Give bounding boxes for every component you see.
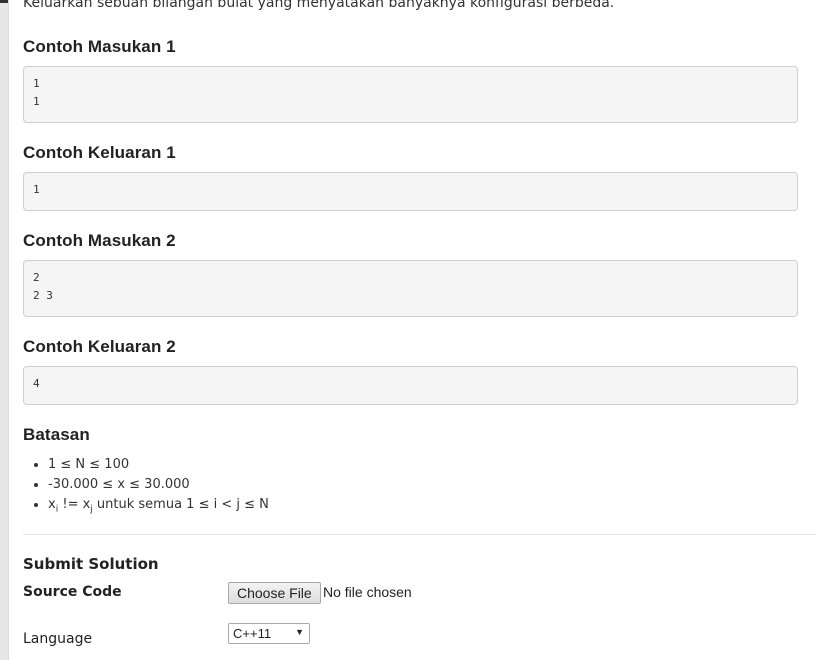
submit-solution-title: Submit Solution [23, 555, 159, 573]
sample-line: 1 [33, 183, 40, 196]
section-divider [23, 534, 816, 535]
sample-input-2-title: Contoh Masukan 2 [23, 231, 176, 250]
language-label: Language [23, 631, 93, 647]
constraints-title: Batasan [23, 425, 90, 444]
source-code-label: Source Code [23, 584, 122, 600]
sample-line: 1 [33, 95, 40, 108]
sample-input-2: 2 2 3 [23, 260, 798, 317]
sample-output-2-title: Contoh Keluaran 2 [23, 337, 176, 356]
constraint-text: x [48, 497, 56, 512]
language-selected-value: C++11 [233, 626, 272, 641]
sample-line: 4 [33, 377, 40, 390]
constraint-item: 1 ≤ N ≤ 100 [48, 455, 269, 475]
file-status-text: No file chosen [323, 584, 412, 600]
sample-output-1-title: Contoh Keluaran 1 [23, 143, 176, 162]
output-description: Keluarkan sebuah bilangan bulat yang men… [23, 0, 615, 11]
sample-output-1: 1 [23, 172, 798, 211]
sample-line: 2 3 [33, 289, 53, 302]
constraint-text: != x [58, 497, 91, 512]
constraint-item: xi != xj untuk semua 1 ≤ i < j ≤ N [48, 495, 269, 520]
constraint-item: -30.000 ≤ x ≤ 30.000 [48, 475, 269, 495]
constraints-list: 1 ≤ N ≤ 100 -30.000 ≤ x ≤ 30.000 xi != x… [30, 455, 269, 520]
dropdown-arrow-icon: ▼ [295, 627, 304, 637]
sample-output-2: 4 [23, 366, 798, 405]
language-select[interactable]: C++11 ▼ [228, 623, 310, 644]
sample-input-1-title: Contoh Masukan 1 [23, 37, 176, 56]
constraint-text: untuk semua 1 ≤ i < j ≤ N [92, 497, 269, 512]
sample-line: 2 [33, 271, 40, 284]
sample-line: 1 [33, 77, 40, 90]
sample-input-1: 1 1 [23, 66, 798, 123]
choose-file-button[interactable]: Choose File [228, 582, 321, 604]
